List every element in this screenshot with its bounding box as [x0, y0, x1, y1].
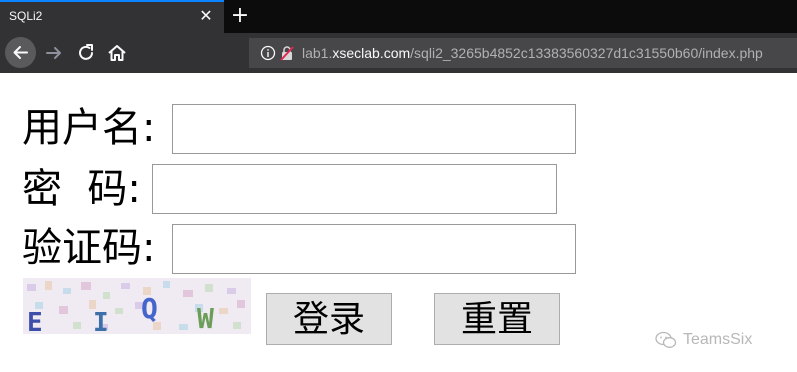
new-tab-icon[interactable]: + — [228, 4, 252, 28]
url-text[interactable]: lab1.xseclab.com/sqli2_3265b4852c1338356… — [302, 45, 763, 61]
url-prefix: lab1. — [302, 45, 333, 61]
captcha-noise-graphic — [27, 281, 245, 330]
tab-title: SQLi2 — [9, 9, 43, 23]
captcha-label: 验证码: — [22, 225, 156, 271]
tab-accent-line — [0, 0, 224, 2]
forward-button[interactable] — [42, 41, 66, 65]
captcha-char-3: Q — [141, 292, 158, 325]
close-tab-icon[interactable]: ✕ — [196, 5, 216, 27]
username-input[interactable] — [172, 104, 576, 154]
back-button[interactable] — [5, 37, 36, 68]
username-label: 用户名: — [22, 105, 156, 151]
watermark: TeamsSix — [655, 331, 752, 349]
captcha-char-2: I — [93, 308, 109, 334]
info-icon[interactable] — [260, 45, 276, 61]
login-button[interactable]: 登录 — [266, 293, 392, 345]
insecure-lock-icon[interactable] — [279, 45, 295, 61]
home-icon — [108, 45, 126, 61]
captcha-char-1: E — [27, 308, 43, 334]
captcha-input[interactable] — [172, 224, 576, 274]
forward-arrow-icon — [46, 47, 61, 59]
captcha-image[interactable]: E I Q W — [23, 278, 251, 334]
url-domain: xseclab.com — [332, 45, 411, 61]
tab-bar: SQLi2 ✕ + — [0, 0, 797, 33]
home-button[interactable] — [105, 41, 129, 65]
wechat-icon — [655, 331, 677, 348]
active-tab[interactable]: SQLi2 ✕ — [0, 0, 224, 33]
password-input[interactable] — [152, 164, 557, 214]
reload-button[interactable] — [74, 41, 98, 65]
navigation-bar: lab1.xseclab.com/sqli2_3265b4852c1338356… — [0, 33, 797, 73]
watermark-text: TeamsSix — [683, 331, 753, 349]
password-label: 密 码: — [22, 166, 141, 212]
back-arrow-icon — [13, 46, 28, 59]
reload-icon — [79, 44, 93, 60]
url-path: /sqli2_3265b4852c13383560327d1c31550b60/… — [410, 45, 763, 61]
captcha-char-4: W — [197, 302, 214, 334]
address-bar[interactable]: lab1.xseclab.com/sqli2_3265b4852c1338356… — [249, 38, 797, 68]
reset-button[interactable]: 重置 — [434, 293, 560, 345]
